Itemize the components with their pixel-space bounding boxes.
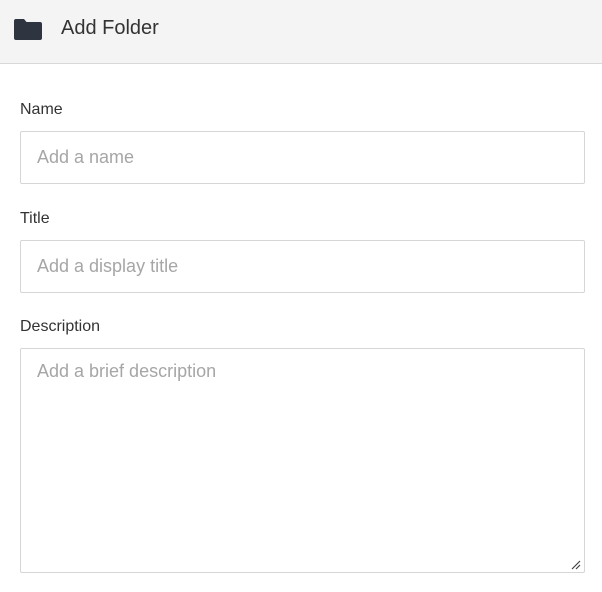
- folder-icon: [14, 19, 42, 40]
- name-input[interactable]: [20, 131, 585, 184]
- title-input[interactable]: [20, 240, 585, 293]
- add-folder-dialog: Add Folder Name Title Description: [0, 0, 602, 592]
- name-label: Name: [20, 101, 63, 118]
- title-label: Title: [20, 210, 50, 227]
- description-label: Description: [20, 318, 101, 335]
- dialog-header: Add Folder: [0, 0, 602, 64]
- resize-handle-icon[interactable]: [569, 558, 581, 570]
- description-textarea[interactable]: [20, 348, 585, 573]
- dialog-title: Add Folder: [61, 17, 159, 39]
